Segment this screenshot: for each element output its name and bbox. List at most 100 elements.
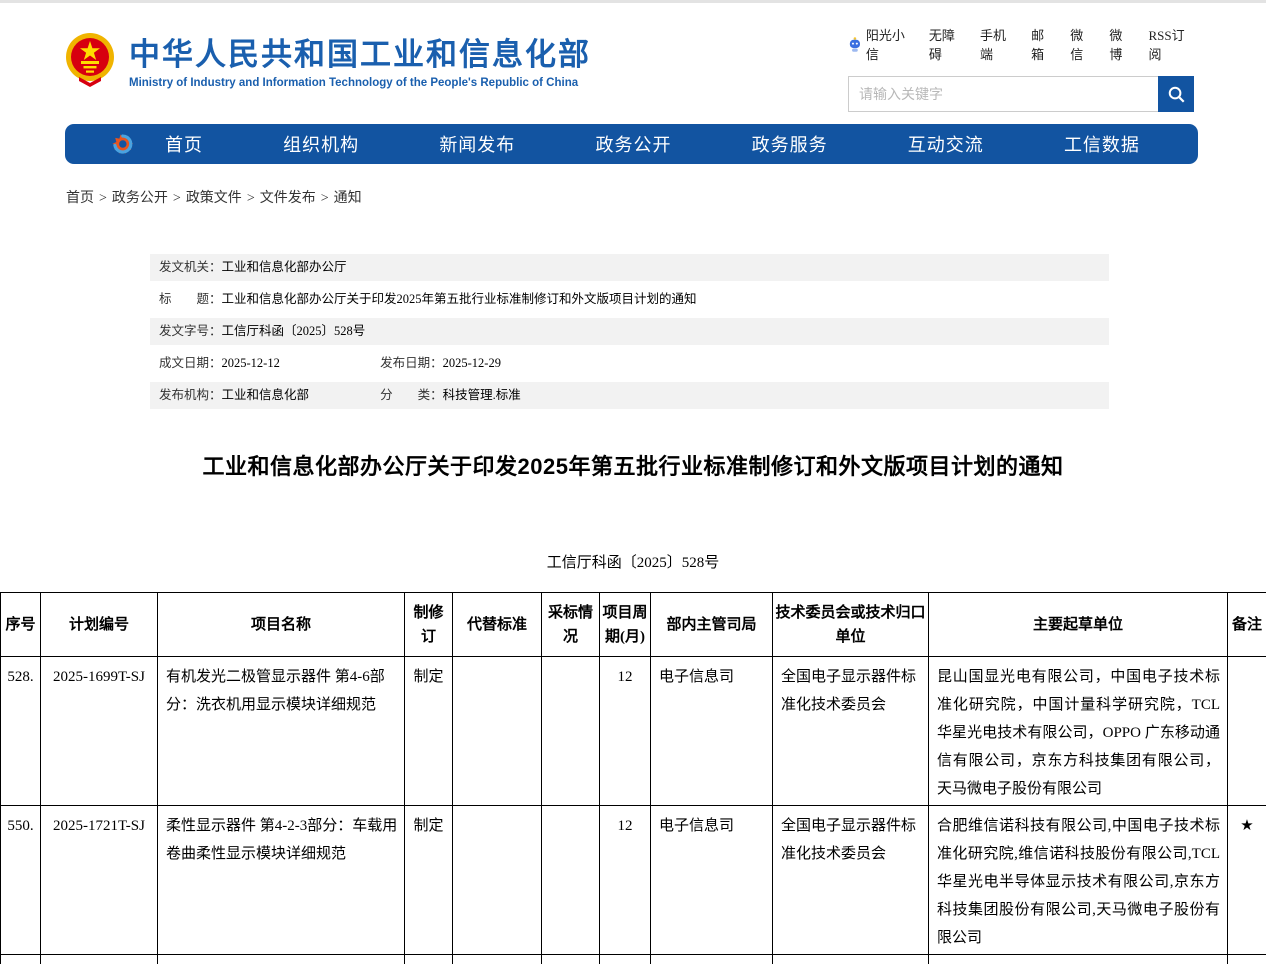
- search-icon: [1167, 85, 1186, 104]
- robot-icon: [848, 36, 862, 53]
- cell-replaced-standard: [453, 955, 542, 964]
- cell-project-period: 12: [600, 806, 651, 955]
- breadcrumb-policy-docs[interactable]: 政策文件: [186, 191, 242, 206]
- meta-value: 工业和信息化部办公厅关于印发2025年第五批行业标准制修订和外文版项目计划的通知: [222, 292, 697, 306]
- cell-adoption-status: [542, 955, 600, 964]
- quick-link-label: 微信: [1070, 25, 1094, 63]
- quick-links: 阳光小信 无障碍 手机端 邮箱 微信 微博 RSS订阅: [848, 25, 1194, 63]
- nav-item-gov-services[interactable]: 政务服务: [752, 131, 828, 157]
- col-header-supervising-bureau: 部内主管司局: [651, 593, 773, 657]
- site-subtitle: Ministry of Industry and Information Tec…: [129, 77, 591, 89]
- meta-value: 2025-12-12: [222, 356, 280, 370]
- quick-link-accessibility[interactable]: 无障碍: [929, 25, 965, 63]
- breadcrumb-gov-disclosure[interactable]: 政务公开: [112, 191, 168, 206]
- col-header-revision-type: 制修订: [405, 593, 453, 657]
- cell-revision-type: 制定: [405, 806, 453, 955]
- meta-value: 工信厅科函〔2025〕528号: [222, 324, 366, 338]
- table-header-row: 序号 计划编号 项目名称 制修订 代替标准 采标情况 项目周期(月) 部内主管司…: [1, 593, 1266, 657]
- nav-item-interaction[interactable]: 互动交流: [908, 131, 984, 157]
- col-header-drafting-units: 主要起草单位: [929, 593, 1228, 657]
- page-title: 工业和信息化部办公厅关于印发2025年第五批行业标准制修订和外文版项目计划的通知: [0, 449, 1266, 481]
- quick-link-label: 阳光小信: [866, 25, 914, 63]
- col-header-project-period: 项目周期(月): [600, 593, 651, 657]
- nav-item-miit-data[interactable]: 工信数据: [1064, 131, 1140, 157]
- meta-label: 发文机关：: [159, 260, 222, 274]
- site-title: 中华人民共和国工业和信息化部: [129, 29, 591, 74]
- meta-label: 发布日期：: [380, 356, 443, 370]
- cell-remarks: [1228, 657, 1266, 806]
- meta-value: 工业和信息化部: [222, 388, 310, 402]
- cell-technical-committee: 全国电子显示器件标准化技术委员会: [773, 657, 929, 806]
- cell-seq: 551.: [1, 955, 41, 964]
- quick-link-sunshine[interactable]: 阳光小信: [848, 25, 914, 63]
- meta-value: 2025-12-29: [443, 356, 501, 370]
- national-emblem-icon: [65, 31, 115, 87]
- col-header-plan-number: 计划编号: [41, 593, 158, 657]
- quick-link-mobile[interactable]: 手机端: [980, 25, 1016, 63]
- col-header-replaced-standard: 代替标准: [453, 593, 542, 657]
- main-nav: 首页 组织机构 新闻发布 政务公开 政务服务 互动交流 工信数据: [65, 124, 1198, 164]
- cell-remarks: ★: [1228, 955, 1266, 964]
- cell-adoption-status: [542, 657, 600, 806]
- cell-drafting-units: 昆山国显光电有限公司，中国电子技术标准化研究院，中国计量科学研究院，TCL 华星…: [929, 657, 1228, 806]
- nav-item-gov-disclosure[interactable]: 政务公开: [595, 131, 671, 157]
- nav-item-news[interactable]: 新闻发布: [439, 131, 515, 157]
- cell-plan-number: 2025-1721T-SJ: [41, 806, 158, 955]
- cell-technical-committee: 全国电子显示器件标准化技术委员会: [773, 806, 929, 955]
- search-bar: [848, 76, 1194, 112]
- table-row: 528. 2025-1699T-SJ 有机发光二极管显示器件 第4-6部分：洗衣…: [1, 657, 1266, 806]
- breadcrumb-separator: >: [173, 191, 181, 206]
- document-number: 工信厅科函〔2025〕528号: [0, 551, 1266, 572]
- breadcrumb-home[interactable]: 首页: [66, 191, 94, 206]
- breadcrumb-separator: >: [99, 191, 107, 206]
- cell-plan-number: 2025-1699T-SJ: [41, 657, 158, 806]
- cell-supervising-bureau: 电子信息司: [651, 657, 773, 806]
- quick-link-mail[interactable]: 邮箱: [1031, 25, 1055, 63]
- cell-project-name: 柔性显示器件 第4-2-5部分：车载用平面柔性显示模块详细规范: [158, 955, 405, 964]
- cell-supervising-bureau: 电子信息司: [651, 806, 773, 955]
- meta-row-dates: 成文日期：2025-12-12 发布日期：2025-12-29: [150, 350, 1109, 377]
- col-header-project-name: 项目名称: [158, 593, 405, 657]
- cell-adoption-status: [542, 806, 600, 955]
- meta-label: 发文字号：: [159, 324, 222, 338]
- cell-seq: 550.: [1, 806, 41, 955]
- cell-replaced-standard: [453, 657, 542, 806]
- cell-drafting-units: 昆山国显光电有限公司,中国电子技术标准化研究院，云谷（固安）科技有限公司，TCL…: [929, 955, 1228, 964]
- nav-item-organization[interactable]: 组织机构: [283, 131, 359, 157]
- search-button[interactable]: [1158, 76, 1194, 112]
- miit-gear-icon: [105, 129, 135, 159]
- cell-project-period: 12: [600, 657, 651, 806]
- meta-row-issuing-office: 发文机关：工业和信息化部办公厅: [150, 254, 1109, 281]
- cell-revision-type: 制定: [405, 955, 453, 964]
- cell-supervising-bureau: 电子信息司: [651, 955, 773, 964]
- meta-value: 工业和信息化部办公厅: [222, 260, 347, 274]
- cell-plan-number: 2025-1722T-SJ: [41, 955, 158, 964]
- col-header-remarks: 备注: [1228, 593, 1266, 657]
- breadcrumb-notice[interactable]: 通知: [334, 191, 362, 206]
- nav-items: 首页 组织机构 新闻发布 政务公开 政务服务 互动交流 工信数据: [165, 131, 1170, 157]
- meta-label: 成文日期：: [159, 356, 222, 370]
- breadcrumb-separator: >: [321, 191, 329, 206]
- col-header-seq: 序号: [1, 593, 41, 657]
- meta-row-publisher: 发布机构：工业和信息化部 分 类：科技管理.标准: [150, 382, 1109, 409]
- breadcrumb-doc-release[interactable]: 文件发布: [260, 191, 316, 206]
- cell-remarks: ★: [1228, 806, 1266, 955]
- quick-link-wechat[interactable]: 微信: [1070, 25, 1094, 63]
- cell-seq: 528.: [1, 657, 41, 806]
- breadcrumb-separator: >: [247, 191, 255, 206]
- standards-table: 序号 计划编号 项目名称 制修订 代替标准 采标情况 项目周期(月) 部内主管司…: [0, 592, 1266, 964]
- col-header-technical-committee: 技术委员会或技术归口单位: [773, 593, 929, 657]
- site-brand[interactable]: 中华人民共和国工业和信息化部 Ministry of Industry and …: [65, 29, 591, 89]
- quick-link-weibo[interactable]: 微博: [1109, 25, 1133, 63]
- nav-item-home[interactable]: 首页: [165, 131, 203, 157]
- meta-label: 标 题：: [159, 292, 222, 306]
- search-input[interactable]: [848, 76, 1158, 112]
- cell-revision-type: 制定: [405, 657, 453, 806]
- quick-link-label: 微博: [1109, 25, 1133, 63]
- quick-link-rss[interactable]: RSS订阅: [1148, 25, 1194, 63]
- cell-project-name: 有机发光二极管显示器件 第4-6部分：洗衣机用显示模块详细规范: [158, 657, 405, 806]
- quick-link-label: 邮箱: [1031, 25, 1055, 63]
- cell-technical-committee: 全国电子显示器件标准化技术委员会: [773, 955, 929, 964]
- cell-project-period: 12: [600, 955, 651, 964]
- meta-row-title: 标 题：工业和信息化部办公厅关于印发2025年第五批行业标准制修订和外文版项目计…: [150, 286, 1109, 313]
